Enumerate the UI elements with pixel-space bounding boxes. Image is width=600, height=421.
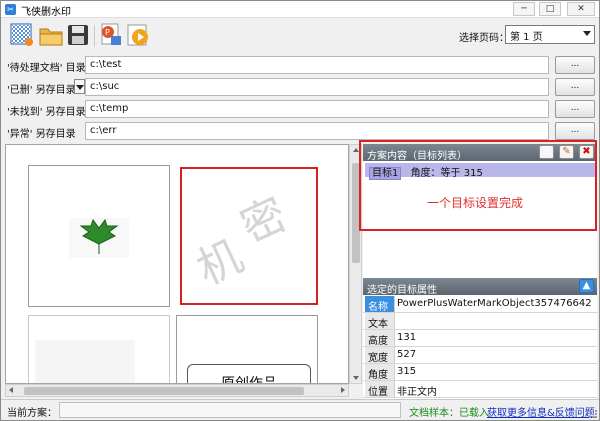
title-bar: ✂ 飞侠删水印 ─ □ ✕ (1, 1, 599, 18)
thumbnail-watermark-selected[interactable]: 机 密 (180, 167, 318, 305)
maximize-button[interactable]: □ (539, 2, 561, 16)
prop-key: 名称 (365, 296, 395, 313)
scroll-down-icon[interactable] (353, 376, 359, 380)
scroll-thumb[interactable] (24, 387, 304, 395)
deleted-dir-input[interactable]: c:\suc (85, 78, 549, 96)
canvas-horizontal-scrollbar[interactable] (5, 384, 349, 397)
path-row-error: '异常' 另存目录 c:\err ... (1, 121, 599, 141)
deleted-dir-label: '已删' 另存目录 (7, 85, 76, 96)
watermark-char-2: 密 (233, 188, 295, 254)
prop-value: 131 (397, 332, 417, 343)
prop-row[interactable]: 角度 315 (363, 364, 597, 381)
prop-row[interactable]: 高度 131 (363, 330, 597, 347)
watermark-char-1: 机 (189, 230, 251, 296)
toolbar: P 选择页码： 第 1 页 (1, 19, 599, 53)
doc-title-box: 原创作品 (187, 364, 311, 383)
close-button[interactable]: ✕ (567, 2, 595, 16)
thumbnail-leaf[interactable] (28, 165, 170, 307)
toolbar-separator (94, 25, 95, 47)
preview-canvas[interactable]: 机 密 原创作品 (5, 144, 349, 384)
path-row-pending: '待处理文档' 目录 * c:\test ... (1, 55, 599, 75)
deleted-dir-browse-button[interactable]: ... (555, 78, 595, 96)
error-dir-input[interactable]: c:\err (85, 122, 549, 140)
folder-icon[interactable] (38, 22, 64, 48)
prop-value: PowerPlusWaterMarkObject357476642 (397, 298, 592, 309)
svg-text:P: P (105, 28, 110, 37)
prop-row[interactable]: 文本 (363, 313, 597, 330)
prop-value: 315 (397, 366, 417, 377)
scroll-left-icon[interactable] (9, 387, 13, 393)
props-header: 选定的目标属性 ▲ (363, 278, 597, 296)
blank-page (35, 340, 135, 383)
feedback-link[interactable]: 获取更多信息&反馈问题 (487, 404, 595, 419)
sample-status: 文档样本：已载入 (409, 408, 489, 419)
thumbnail-blank[interactable] (28, 315, 170, 383)
props-table: 名称 PowerPlusWaterMarkObject357476642 文本 高… (363, 296, 597, 398)
deleted-mode-dropdown[interactable] (74, 79, 85, 94)
annotation-text: 一个目标设置完成 (427, 196, 524, 210)
notfound-dir-browse-button[interactable]: ... (555, 100, 595, 118)
chevron-down-icon (583, 31, 591, 36)
prop-key: 高度 (365, 330, 395, 347)
chevron-down-icon (76, 85, 84, 90)
play-icon[interactable] (125, 22, 151, 48)
app-window: ✂ 飞侠删水印 ─ □ ✕ P 选择页码： 第 1 页 '待处理文档' 目录 *… (0, 0, 600, 421)
props-header-title: 选定的目标属性 (367, 285, 437, 296)
current-scheme-label: 当前方案： (7, 408, 57, 419)
pending-dir-input[interactable]: c:\test (85, 56, 549, 74)
window-title: 飞侠删水印 (21, 7, 71, 18)
scroll-right-icon[interactable] (341, 387, 345, 393)
app-logo-icon: ✂ (5, 4, 16, 15)
minimize-button[interactable]: ─ (513, 2, 535, 16)
notfound-dir-label: '未找到' 另存目录 (7, 107, 86, 118)
page-select[interactable]: 第 1 页 (505, 25, 595, 44)
resize-grip-icon[interactable] (589, 410, 597, 418)
prop-row[interactable]: 名称 PowerPlusWaterMarkObject357476642 (363, 296, 597, 313)
prop-value: 527 (397, 349, 417, 360)
path-row-notfound: '未找到' 另存目录 c:\temp ... (1, 99, 599, 119)
prop-key: 文本 (365, 313, 395, 330)
grid-icon[interactable] (9, 22, 35, 48)
prop-value: 非正文内 (397, 387, 437, 398)
ppt-icon[interactable]: P (98, 22, 124, 48)
prop-key: 宽度 (365, 347, 395, 364)
page-select-value: 第 1 页 (510, 32, 543, 43)
page-select-label: 选择页码： (459, 33, 509, 44)
thumbnail-document[interactable]: 原创作品 (176, 315, 318, 383)
annotation-highlight-box (359, 140, 597, 231)
prop-row[interactable]: 位置 非正文内 (363, 381, 597, 398)
path-row-deleted: '已删' 另存目录 c:\suc ... (1, 77, 599, 97)
prop-key: 位置 (365, 381, 395, 398)
prop-key: 角度 (365, 364, 395, 381)
collapse-up-icon[interactable]: ▲ (579, 279, 594, 293)
status-bar: 当前方案： 文档样本：已载入 获取更多信息&反馈问题 (1, 399, 599, 420)
prop-row[interactable]: 宽度 527 (363, 347, 597, 364)
current-scheme-field (59, 402, 401, 418)
maple-leaf-icon (69, 218, 129, 258)
floppy-icon[interactable] (65, 22, 91, 48)
pending-dir-label: '待处理文档' 目录 * (7, 59, 94, 74)
error-dir-label: '异常' 另存目录 (7, 129, 76, 140)
error-dir-browse-button[interactable]: ... (555, 122, 595, 140)
pending-dir-browse-button[interactable]: ... (555, 56, 595, 74)
notfound-dir-input[interactable]: c:\temp (85, 100, 549, 118)
